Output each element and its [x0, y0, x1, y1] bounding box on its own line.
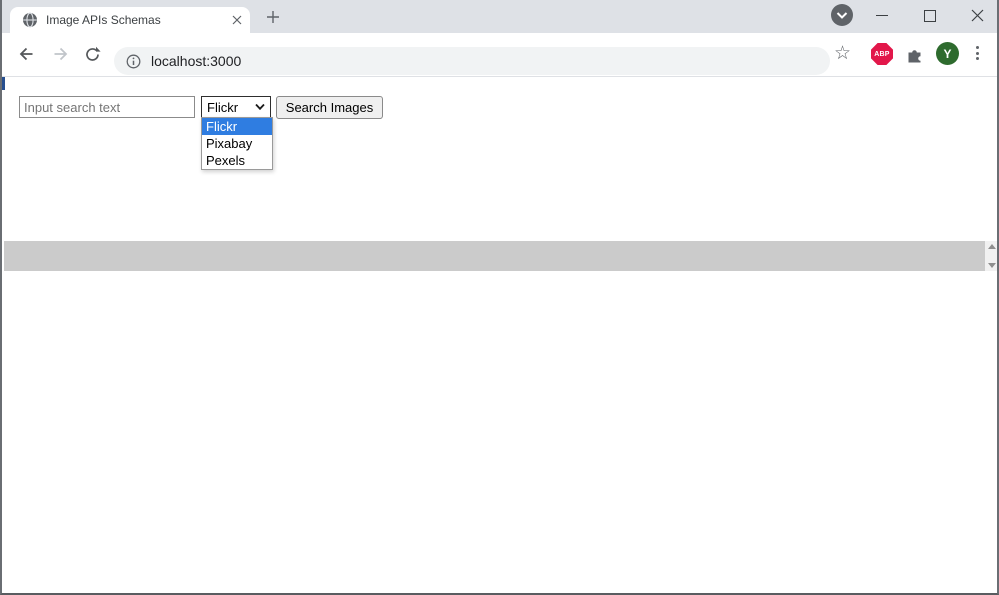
browser-toolbar: localhost:3000 ☆ ABP Y: [2, 33, 997, 77]
dropdown-option-pixabay[interactable]: Pixabay: [202, 135, 272, 152]
maximize-button[interactable]: [910, 0, 950, 31]
close-window-button[interactable]: [957, 0, 997, 31]
browser-window: Image APIs Schemas: [0, 0, 999, 595]
search-input[interactable]: [19, 96, 195, 118]
new-tab-button[interactable]: [262, 6, 284, 28]
minimize-button[interactable]: [862, 0, 902, 31]
address-bar[interactable]: localhost:3000: [114, 47, 830, 75]
close-icon: [971, 9, 984, 22]
search-images-button[interactable]: Search Images: [276, 96, 383, 119]
dropdown-option-flickr[interactable]: Flickr: [202, 118, 272, 135]
provider-select[interactable]: Flickr: [201, 96, 271, 118]
url-text: localhost:3000: [151, 53, 241, 69]
tab-title: Image APIs Schemas: [46, 13, 232, 27]
forward-button: [51, 44, 71, 64]
dropdown-option-pexels[interactable]: Pexels: [202, 152, 272, 169]
tab-search-chevron-icon[interactable]: [831, 4, 853, 26]
provider-select-value: Flickr: [207, 100, 255, 115]
scroll-up-icon[interactable]: [988, 244, 996, 249]
chevron-down-icon: [255, 104, 265, 110]
strip-scrollbar[interactable]: [985, 241, 999, 271]
provider-dropdown-list: Flickr Pixabay Pexels: [201, 117, 273, 170]
minimize-icon: [876, 15, 888, 16]
scrollable-content-strip: [4, 241, 985, 271]
reload-button[interactable]: [82, 44, 102, 64]
bookmark-star-icon[interactable]: ☆: [834, 43, 851, 65]
tab-close-icon[interactable]: [232, 15, 242, 25]
back-button[interactable]: [16, 44, 36, 64]
tab-bar: Image APIs Schemas: [2, 0, 997, 33]
adblock-extension-icon[interactable]: ABP: [871, 43, 893, 65]
globe-favicon-icon: [22, 12, 38, 28]
extensions-puzzle-icon[interactable]: [906, 45, 925, 64]
site-info-icon[interactable]: [126, 54, 141, 69]
scroll-down-icon[interactable]: [988, 263, 996, 268]
browser-menu-icon[interactable]: [975, 46, 979, 60]
focus-indicator-notch: [2, 77, 5, 90]
profile-avatar[interactable]: Y: [936, 42, 959, 65]
maximize-icon: [924, 10, 936, 22]
tab-image-apis-schemas[interactable]: Image APIs Schemas: [10, 7, 250, 33]
